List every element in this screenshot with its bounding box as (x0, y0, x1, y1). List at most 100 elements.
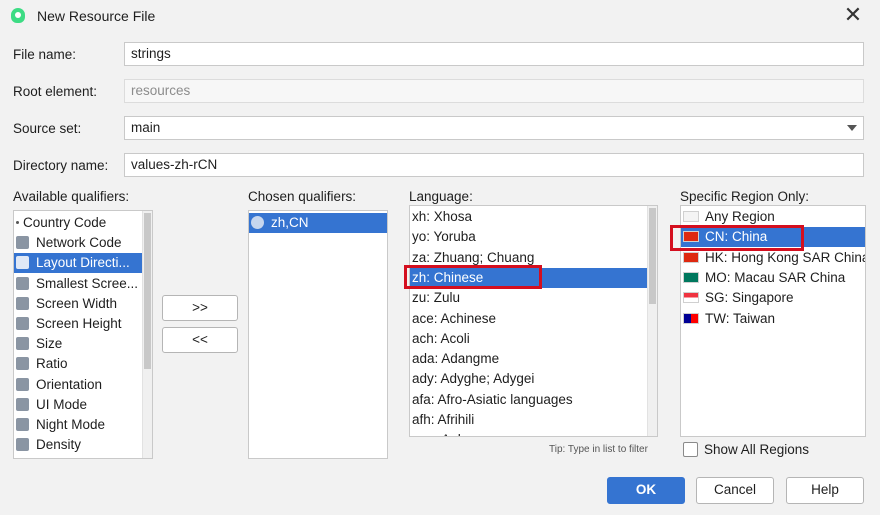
language-scrollbar[interactable] (647, 206, 657, 436)
qualifier-label: Night Mode (36, 417, 106, 432)
screen-height-icon (16, 317, 29, 330)
language-item-label: ace: Achinese (412, 310, 497, 326)
close-icon[interactable]: ✕ (841, 3, 865, 27)
available-qualifiers-scrollbar[interactable] (142, 211, 152, 458)
qualifier-item[interactable]: Network Code (14, 233, 143, 253)
singapore-flag-icon (683, 292, 699, 304)
qualifier-item[interactable]: Ratio (14, 354, 143, 374)
qualifier-item[interactable]: Density (14, 435, 143, 455)
ratio-icon (16, 357, 29, 371)
directory-name-input[interactable]: values-zh-rCN (124, 153, 864, 177)
qualifier-label: Smallest Scree... (36, 275, 139, 291)
show-all-regions-checkbox[interactable] (683, 442, 698, 457)
language-item[interactable]: afa: Afro-Asiatic languages (410, 390, 647, 410)
smallest-screen-icon (16, 276, 29, 290)
language-item[interactable]: ada: Adangme (410, 349, 647, 369)
region-item-label: Any Region (705, 209, 775, 224)
layout-direction-icon (16, 256, 29, 270)
region-item-label: SG: Singapore (705, 290, 794, 306)
screen-width-icon (16, 296, 29, 310)
language-item-label: ady: Adyghe; Adygei (412, 371, 535, 387)
qualifier-label: Size (36, 336, 63, 352)
region-label: Specific Region Only: (680, 189, 810, 204)
source-set-dropdown[interactable]: main (124, 116, 864, 140)
region-item-label: TW: Taiwan (705, 310, 776, 326)
region-highlight-box (670, 225, 804, 251)
show-all-regions-label: Show All Regions (704, 442, 810, 457)
density-icon (16, 438, 29, 452)
help-button[interactable]: Help (786, 477, 864, 504)
scrollbar-thumb[interactable] (144, 213, 151, 369)
orientation-icon (16, 377, 29, 391)
chosen-qualifier-label: zh,CN (271, 215, 309, 230)
macau-flag-icon (683, 271, 699, 283)
language-item[interactable]: agq: Aghem (410, 430, 647, 436)
language-item-label: yo: Yoruba (412, 229, 476, 245)
language-item[interactable]: ady: Adyghe; Adygei (410, 369, 647, 389)
qualifier-item[interactable]: Size (14, 334, 143, 354)
network-icon (16, 236, 29, 250)
language-item[interactable]: ach: Acoli (410, 329, 647, 349)
add-qualifier-button[interactable]: >> (162, 295, 238, 321)
language-list[interactable]: xh: Xhosa yo: Yoruba za: Zhuang; Chuang zh:… (409, 205, 658, 437)
globe-icon (251, 216, 264, 229)
ok-button[interactable]: OK (607, 477, 685, 504)
language-item-label: agq: Aghem (412, 432, 484, 436)
language-highlight-box (404, 265, 542, 289)
file-name-input[interactable]: strings (124, 42, 864, 66)
qualifier-item[interactable]: Screen Height (14, 314, 143, 334)
qualifier-label: Density (36, 437, 82, 453)
qualifier-label: UI Mode (36, 396, 88, 412)
root-element-label: Root element: (13, 84, 98, 99)
source-set-value: main (131, 120, 161, 135)
qualifier-item[interactable]: Orientation (14, 375, 143, 395)
region-item[interactable]: SG: Singapore (681, 288, 865, 308)
region-item[interactable]: Any Region (681, 207, 865, 227)
hong-kong-flag-icon (683, 251, 699, 263)
directory-name-label: Directory name: (13, 158, 109, 173)
chosen-qualifiers-label: Chosen qualifiers: (248, 189, 357, 204)
available-qualifiers-label: Available qualifiers: (13, 189, 130, 204)
qualifier-item[interactable]: Layout Directi... (14, 253, 143, 274)
region-item-label: HK: Hong Kong SAR China (705, 249, 866, 265)
chosen-qualifier-item[interactable]: zh,CN (249, 213, 387, 233)
qualifier-item[interactable]: Smallest Scree... (14, 274, 143, 294)
scrollbar-thumb[interactable] (649, 208, 656, 304)
root-element-input[interactable]: resources (124, 79, 864, 103)
source-set-label: Source set: (13, 121, 82, 136)
language-item[interactable]: ace: Achinese (410, 309, 647, 329)
qualifier-item[interactable]: UI Mode (14, 395, 143, 415)
qualifier-item[interactable]: Screen Width (14, 294, 143, 314)
size-icon (16, 337, 29, 351)
region-item-label: MO: Macau SAR China (705, 269, 846, 285)
remove-qualifier-button[interactable]: << (162, 327, 238, 353)
android-studio-app-icon (11, 8, 25, 23)
language-item[interactable]: afh: Afrihili (410, 410, 647, 430)
chevron-down-icon (847, 125, 857, 131)
taiwan-flag-icon (683, 312, 699, 324)
available-qualifiers-list[interactable]: Country Code Network Code Layout Directi..… (13, 210, 153, 459)
language-item-label: ada: Adangme (412, 351, 500, 367)
language-item[interactable]: xh: Xhosa (410, 207, 647, 227)
filter-tip: Tip: Type in list to filter (549, 444, 648, 455)
language-item-label: ach: Acoli (412, 330, 470, 346)
qualifier-label: Screen Height (36, 316, 122, 331)
region-item[interactable]: MO: Macau SAR China (681, 268, 865, 288)
qualifier-label: Screen Width (36, 295, 118, 311)
language-item-label: xh: Xhosa (412, 209, 473, 224)
region-item[interactable]: TW: Taiwan (681, 309, 865, 329)
language-item-label: zu: Zulu (412, 290, 461, 306)
language-item-label: afh: Afrihili (412, 412, 475, 427)
ui-mode-icon (16, 397, 29, 411)
qualifier-item[interactable]: Night Mode (14, 415, 143, 435)
language-item[interactable]: yo: Yoruba (410, 227, 647, 247)
cancel-button[interactable]: Cancel (696, 477, 774, 504)
language-item[interactable]: zu: Zulu (410, 288, 647, 308)
qualifier-label: Ratio (36, 356, 68, 372)
qualifier-label: Network Code (36, 235, 122, 251)
blank-flag-icon (683, 211, 699, 222)
window-title: New Resource File (37, 8, 156, 24)
chosen-qualifiers-list[interactable]: zh,CN (248, 210, 388, 459)
qualifier-label: Layout Directi... (36, 255, 130, 271)
qualifier-item[interactable]: Country Code (14, 213, 143, 233)
